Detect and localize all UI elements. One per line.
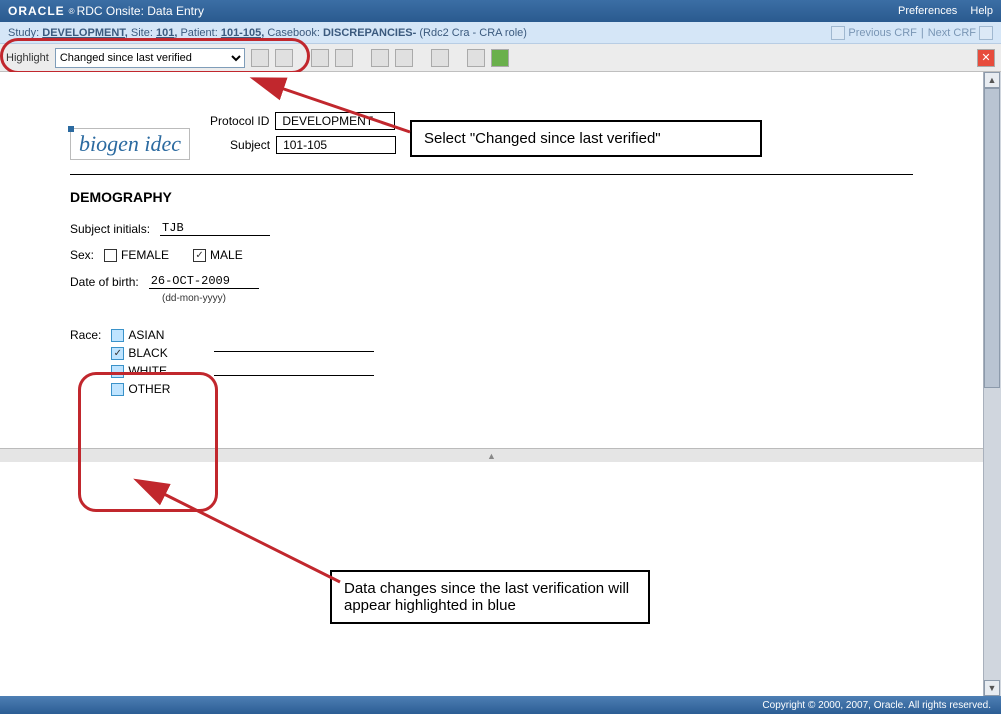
dob-label: Date of birth: bbox=[70, 275, 139, 289]
help-link[interactable]: Help bbox=[970, 5, 993, 17]
section-title: DEMOGRAPHY bbox=[70, 189, 913, 205]
subject-initials-field[interactable]: TJB bbox=[160, 221, 270, 236]
protocol-id-label: Protocol ID bbox=[210, 114, 269, 128]
race-white-label: WHITE bbox=[128, 364, 167, 378]
trash-icon[interactable] bbox=[431, 49, 449, 67]
scroll-down-icon[interactable]: ▼ bbox=[984, 680, 1000, 696]
sex-female-checkbox[interactable]: FEMALE bbox=[104, 248, 169, 262]
casebook-value: DISCREPANCIES- bbox=[323, 27, 416, 39]
toolbar-icon-4[interactable] bbox=[335, 49, 353, 67]
race-asian-checkbox[interactable]: ASIAN bbox=[111, 328, 170, 342]
brand-reg: ® bbox=[69, 7, 75, 16]
title-bar: ORACLE ® RDC Onsite: Data Entry Preferenc… bbox=[0, 0, 1001, 22]
race-label: Race: bbox=[70, 328, 101, 342]
next-crf-icon bbox=[979, 26, 993, 40]
study-label: Study: bbox=[8, 27, 39, 39]
race-line-1 bbox=[214, 338, 374, 352]
highlight-label: Highlight bbox=[6, 52, 49, 64]
callout-top: Select "Changed since last verified" bbox=[410, 120, 762, 157]
race-line-2 bbox=[214, 362, 374, 376]
toolbar-icon-1[interactable] bbox=[251, 49, 269, 67]
callout-bottom: Data changes since the last verification… bbox=[330, 570, 650, 624]
race-other-checkbox[interactable]: OTHER bbox=[111, 382, 170, 396]
sponsor-logo: biogen idec bbox=[70, 128, 190, 160]
race-black-checkbox[interactable]: BLACK bbox=[111, 346, 170, 360]
copyright-bar: Copyright © 2000, 2007, Oracle. All righ… bbox=[0, 696, 1001, 714]
site-value[interactable]: 101, bbox=[156, 27, 177, 39]
previous-crf-link[interactable]: Previous CRF bbox=[831, 26, 916, 40]
prev-crf-icon bbox=[831, 26, 845, 40]
subject-initials-label: Subject initials: bbox=[70, 222, 150, 236]
study-value[interactable]: DEVELOPMENT, bbox=[42, 27, 128, 39]
patient-value[interactable]: 101-105, bbox=[221, 27, 264, 39]
scroll-thumb[interactable] bbox=[984, 88, 1000, 388]
race-black-label: BLACK bbox=[128, 346, 167, 360]
protocol-id-field[interactable]: DEVELOPMENT bbox=[275, 112, 395, 130]
patient-label: Patient: bbox=[180, 27, 217, 39]
prev-crf-label: Previous CRF bbox=[848, 27, 916, 39]
site-label: Site: bbox=[131, 27, 153, 39]
dob-hint: (dd-mon-yyyy) bbox=[162, 293, 913, 304]
save-icon[interactable] bbox=[491, 49, 509, 67]
dob-field[interactable]: 26-OCT-2009 bbox=[149, 274, 259, 289]
sex-female-label: FEMALE bbox=[121, 248, 169, 262]
close-icon[interactable]: ✕ bbox=[977, 49, 995, 67]
next-crf-label: Next CRF bbox=[928, 27, 976, 39]
next-crf-link[interactable]: Next CRF bbox=[928, 26, 993, 40]
toolbar: Highlight Changed since last verified ✕ bbox=[0, 44, 1001, 72]
toolbar-icon-6[interactable] bbox=[395, 49, 413, 67]
subject-field[interactable]: 101-105 bbox=[276, 136, 396, 154]
race-other-label: OTHER bbox=[128, 382, 170, 396]
highlight-select[interactable]: Changed since last verified bbox=[55, 48, 245, 68]
app-title: RDC Onsite: Data Entry bbox=[77, 4, 204, 18]
preferences-link[interactable]: Preferences bbox=[898, 5, 957, 17]
race-asian-label: ASIAN bbox=[128, 328, 164, 342]
crf-page-area: biogen idec Protocol ID DEVELOPMENT Subj… bbox=[0, 72, 983, 696]
brand-logo: ORACLE bbox=[8, 4, 65, 18]
toolbar-icon-5[interactable] bbox=[371, 49, 389, 67]
sex-label: Sex: bbox=[70, 248, 94, 262]
toolbar-icon-2[interactable] bbox=[275, 49, 293, 67]
race-white-checkbox[interactable]: WHITE bbox=[111, 364, 170, 378]
breadcrumb: Study: DEVELOPMENT, Site: 101, Patient: … bbox=[0, 22, 1001, 44]
role-label: (Rdc2 Cra - CRA role) bbox=[419, 27, 527, 39]
sex-male-checkbox[interactable]: MALE bbox=[193, 248, 243, 262]
separator bbox=[70, 174, 913, 175]
subject-label: Subject bbox=[230, 138, 270, 152]
resize-grip-bar[interactable]: ▲ bbox=[0, 448, 983, 462]
toolbar-icon-3[interactable] bbox=[311, 49, 329, 67]
vertical-scrollbar[interactable]: ▲ ▼ bbox=[983, 72, 1001, 696]
sex-male-label: MALE bbox=[210, 248, 243, 262]
toolbar-icon-7[interactable] bbox=[467, 49, 485, 67]
scroll-up-icon[interactable]: ▲ bbox=[984, 72, 1000, 88]
casebook-label: Casebook: bbox=[267, 27, 320, 39]
